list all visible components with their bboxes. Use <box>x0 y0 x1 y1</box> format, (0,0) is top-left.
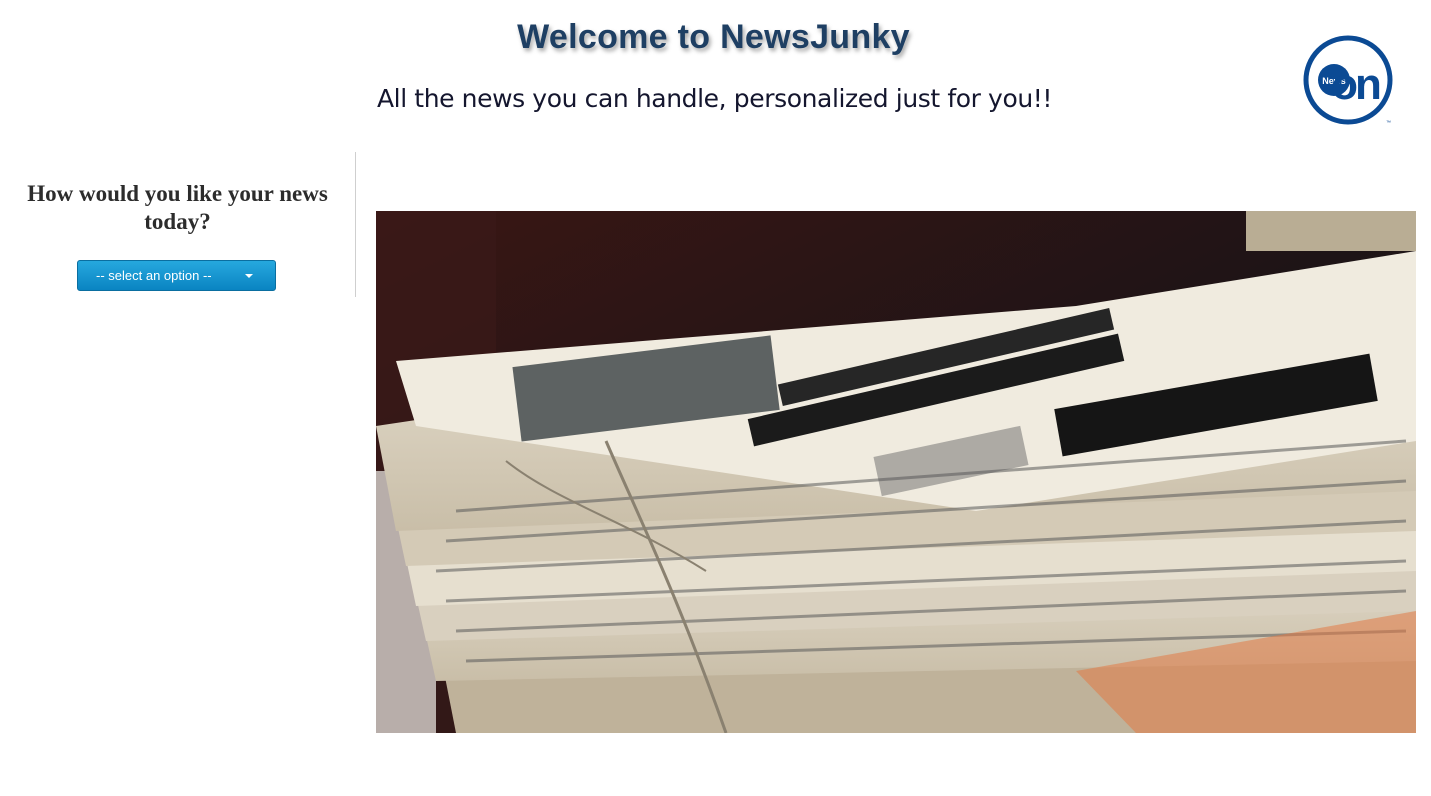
tagline: All the news you can handle, personalize… <box>376 84 1053 113</box>
svg-text:on: on <box>1331 60 1380 109</box>
news-preference-select[interactable]: -- select an option -- <box>77 260 276 291</box>
page: Welcome to NewsJunky All the news you ca… <box>0 0 1431 796</box>
chevron-down-icon <box>245 274 253 278</box>
page-title: Welcome to NewsJunky <box>517 18 910 56</box>
sidebar-heading: How would you like your news today? <box>27 181 328 234</box>
svg-text:™: ™ <box>1386 120 1391 126</box>
news-on-logo: News on ™ <box>1302 34 1396 128</box>
select-value: -- select an option -- <box>96 268 212 283</box>
sidebar: How would you like your news today? -- s… <box>0 152 356 297</box>
hero-image-newspapers <box>376 211 1416 733</box>
